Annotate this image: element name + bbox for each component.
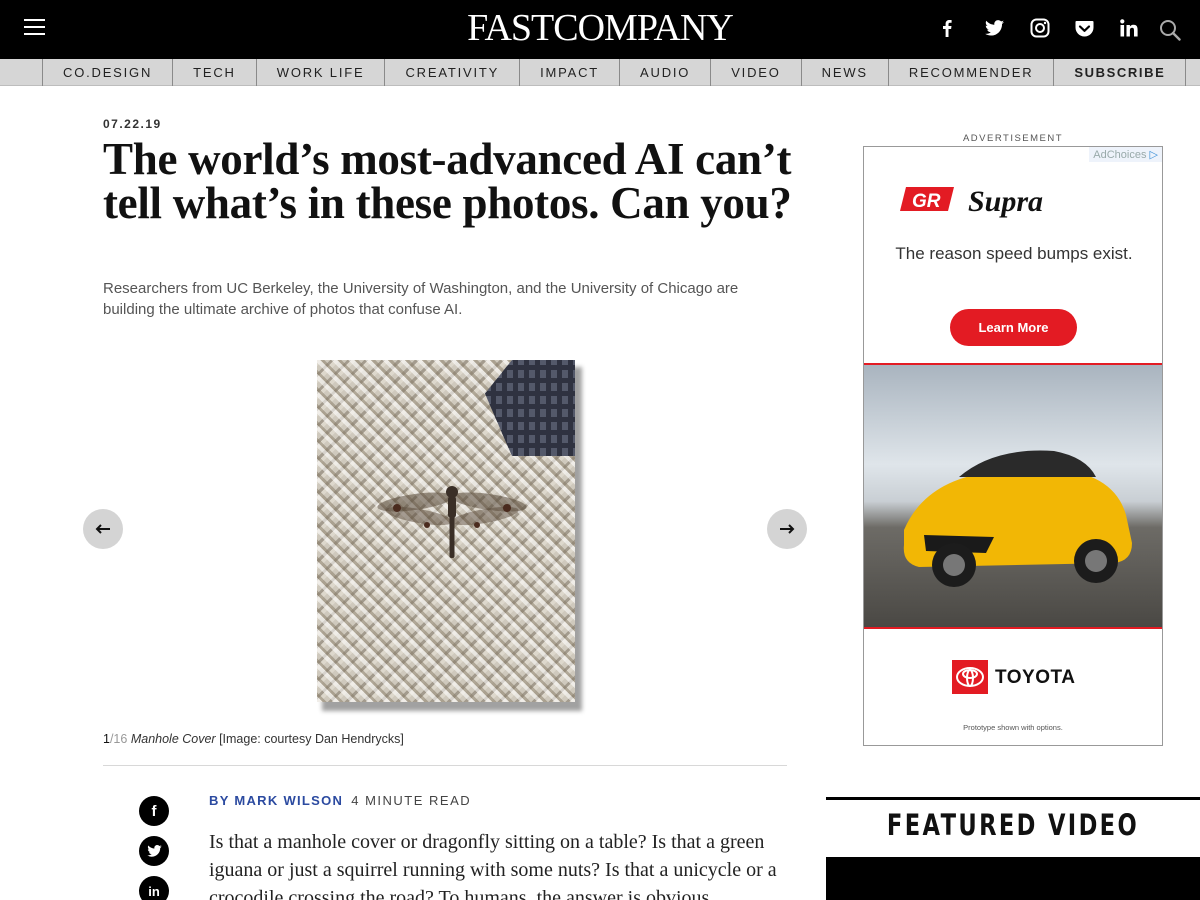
slideshow-caption: 1/16 Manhole Cover [Image: courtesy Dan …: [103, 732, 404, 746]
nav-item-video[interactable]: VIDEO: [711, 59, 802, 86]
search-icon[interactable]: [1157, 16, 1183, 44]
slideshow-prev-button[interactable]: [83, 509, 123, 549]
arrow-right-icon: [780, 524, 795, 534]
byline-prefix: BY: [209, 793, 235, 808]
adchoices-icon: ▷: [1149, 149, 1158, 161]
slideshow-next-button[interactable]: [767, 509, 807, 549]
arrow-left-icon: [95, 524, 110, 534]
slide-title: Manhole Cover: [130, 732, 216, 746]
site-logo[interactable]: FASTCOMPANY: [0, 8, 1200, 48]
supra-logo: GR Supra: [900, 185, 1043, 218]
share-facebook-button[interactable]: f: [139, 796, 169, 826]
article-date: 07.22.19: [103, 117, 162, 131]
manhole-grate: [485, 360, 575, 456]
featured-video-player[interactable]: [826, 857, 1200, 900]
byline: BY MARK WILSON 4 MINUTE READ: [209, 793, 471, 808]
nav-item-news[interactable]: NEWS: [802, 59, 889, 86]
nav-item-subscribe[interactable]: SUBSCRIBE: [1054, 59, 1187, 86]
nav-item-recommender[interactable]: RECOMMENDER: [889, 59, 1055, 86]
section-nav: CO.DESIGN TECH WORK LIFE CREATIVITY IMPA…: [0, 59, 1200, 86]
slide-credit: [Image: courtesy Dan Hendrycks]: [215, 732, 404, 746]
ad-banner[interactable]: AdChoices ▷ GR Supra The reason speed bu…: [863, 146, 1163, 746]
ad-fine-print: Prototype shown with options.: [963, 723, 1063, 732]
share-linkedin-button[interactable]: in: [139, 876, 169, 900]
slideshow-image[interactable]: [310, 355, 586, 715]
dragonfly-image: [377, 486, 527, 558]
slide-index: 1: [103, 732, 110, 746]
article-body: Is that a manhole cover or dragonfly sit…: [209, 831, 777, 900]
facebook-icon[interactable]: [936, 14, 958, 42]
adchoices-link[interactable]: AdChoices ▷: [1089, 147, 1162, 162]
share-twitter-button[interactable]: [139, 836, 169, 866]
linkedin-icon[interactable]: [1117, 14, 1141, 42]
ad-tagline: The reason speed bumps exist.: [895, 244, 1133, 263]
read-time: 4 MINUTE READ: [351, 793, 472, 808]
ad-car-image: [864, 363, 1162, 629]
facebook-icon: f: [151, 802, 157, 820]
slide-total: /16: [109, 732, 128, 746]
featured-video-rule: [826, 797, 1200, 800]
divider: [103, 765, 787, 766]
linkedin-icon: in: [148, 883, 160, 899]
article-dek: Researchers from UC Berkeley, the Univer…: [103, 280, 739, 318]
svg-text:GR: GR: [912, 191, 941, 212]
svg-text:Supra: Supra: [968, 185, 1043, 218]
twitter-icon[interactable]: [982, 14, 1006, 42]
article-headline: The world’s most-advanced AI can’t tell …: [103, 134, 792, 228]
toyota-wordmark: TOYOTA: [995, 667, 1076, 688]
nav-item-codesign[interactable]: CO.DESIGN: [43, 59, 174, 86]
nav-item-creativity[interactable]: CREATIVITY: [385, 59, 521, 86]
nav-item-impact[interactable]: IMPACT: [520, 59, 621, 86]
nav-item-work-life[interactable]: WORK LIFE: [257, 59, 386, 86]
instagram-icon[interactable]: [1028, 14, 1052, 42]
featured-video-heading: FEATURED VIDEO: [886, 808, 1140, 842]
twitter-icon: [146, 845, 162, 857]
author-link[interactable]: MARK WILSON: [234, 793, 343, 808]
nav-item-audio[interactable]: AUDIO: [620, 59, 712, 86]
ad-label: ADVERTISEMENT: [962, 133, 1064, 144]
pocket-icon[interactable]: [1072, 14, 1096, 42]
site-header: FASTCOMPANY: [0, 0, 1200, 59]
nav-item-tech[interactable]: TECH: [173, 59, 257, 86]
adchoices-label: AdChoices: [1093, 149, 1147, 161]
learn-more-button[interactable]: Learn More: [950, 309, 1077, 346]
